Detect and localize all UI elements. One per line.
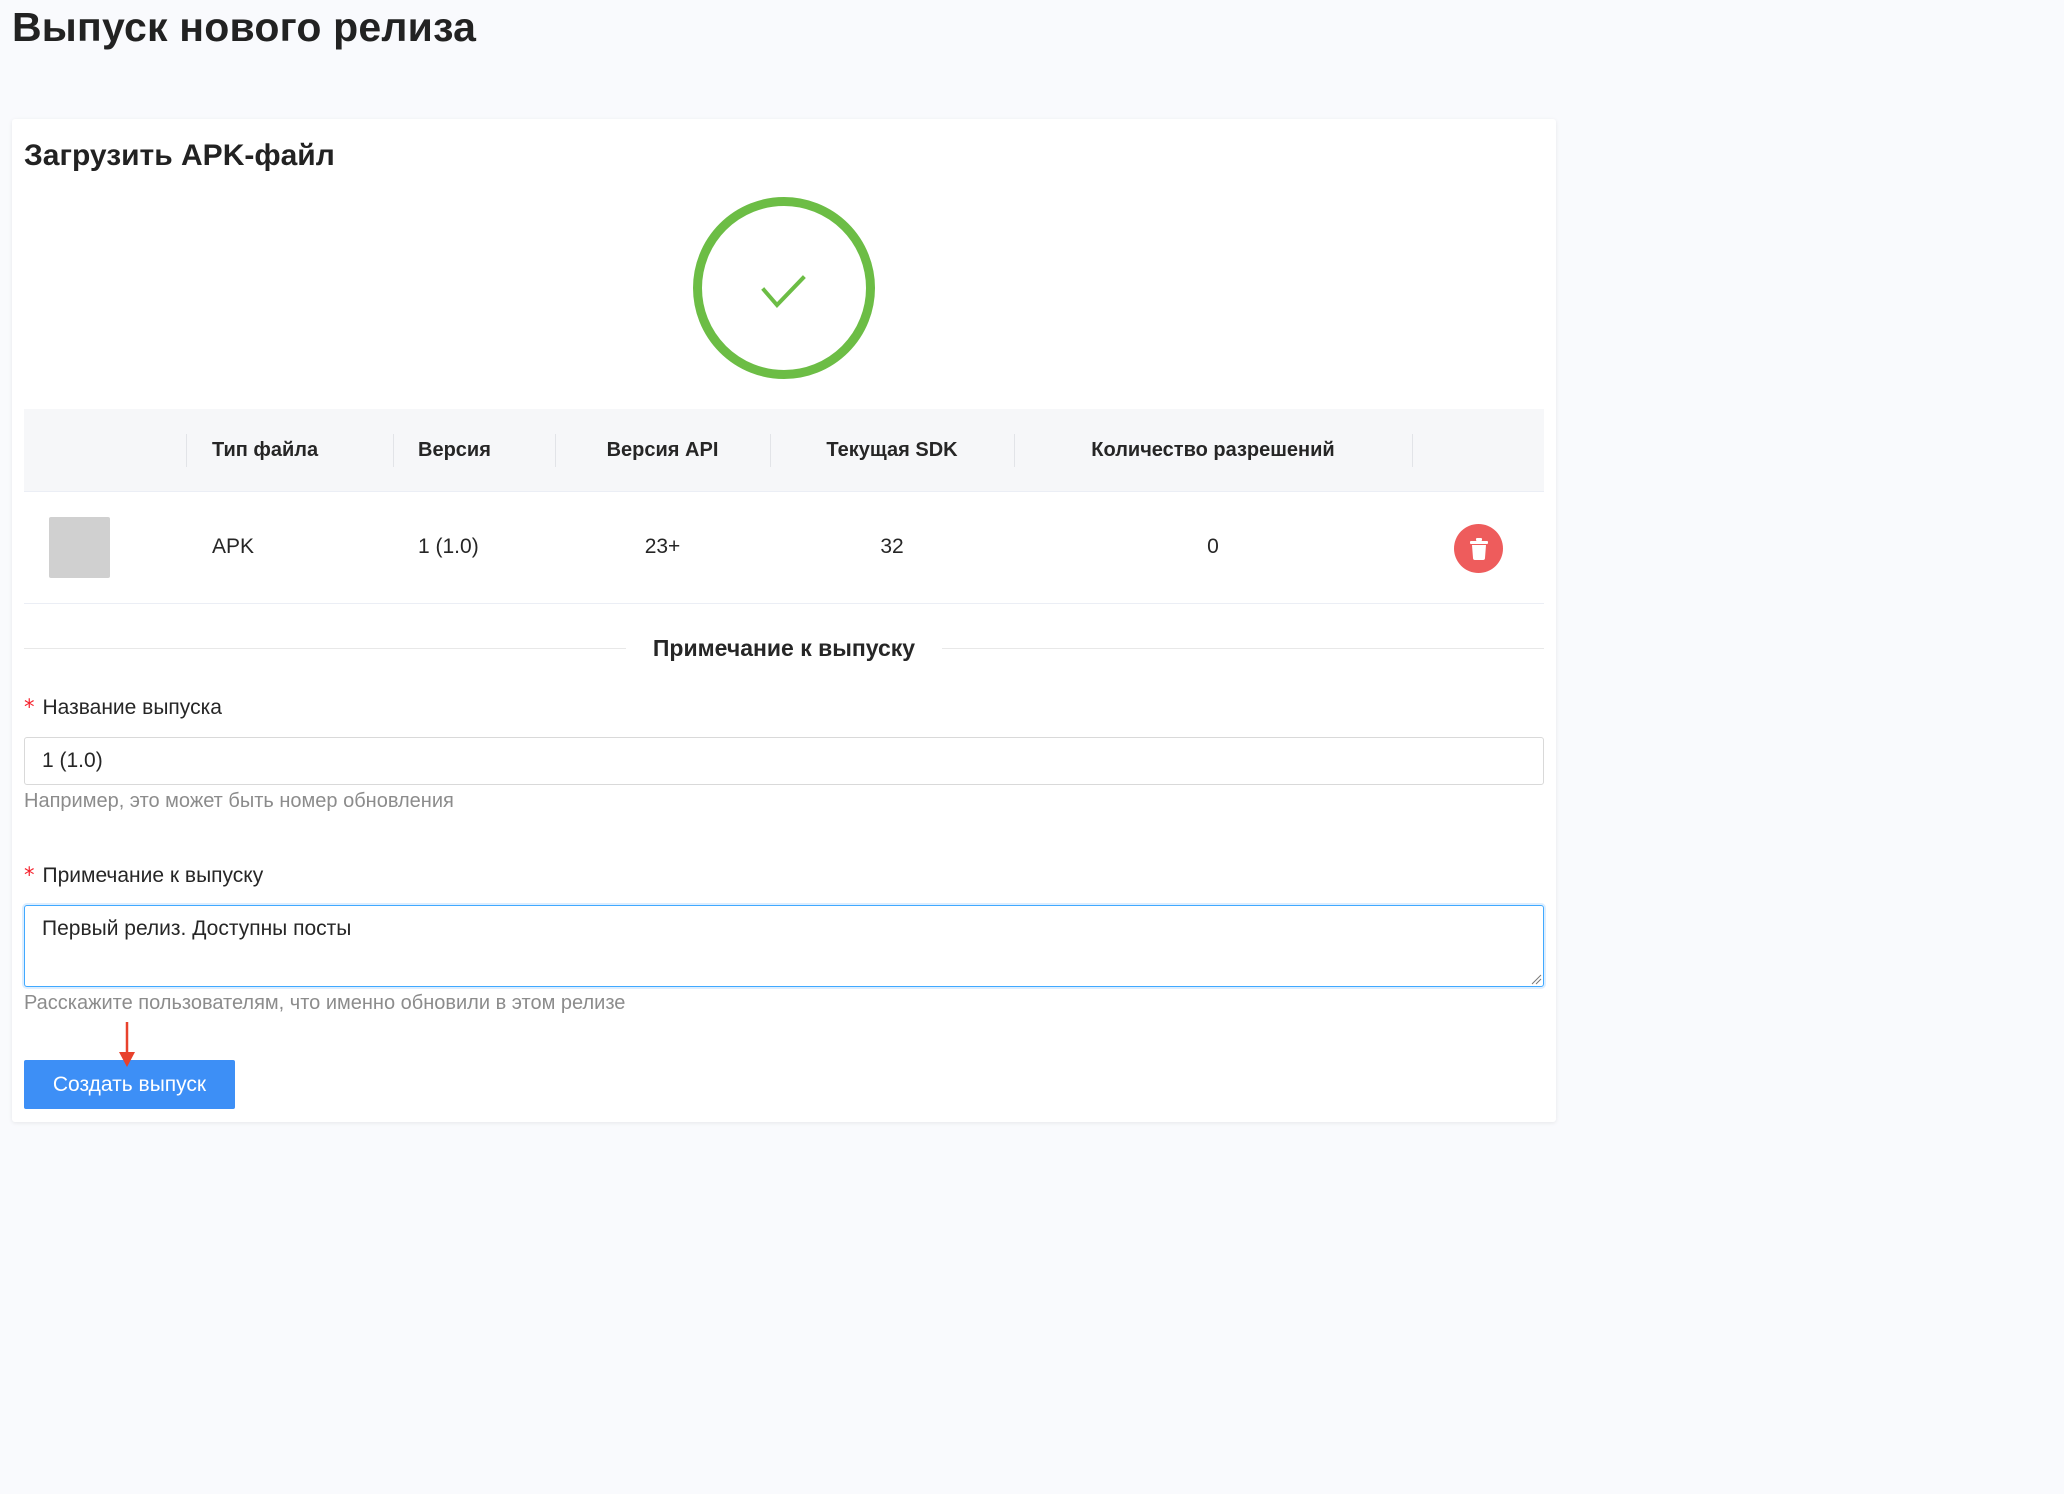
divider-line (24, 648, 626, 649)
table-row: APK 1 (1.0) 23+ 32 0 (24, 492, 1544, 604)
apk-info-table: Тип файла Версия Версия API Текущая SDK … (24, 409, 1544, 604)
divider-line (942, 648, 1544, 649)
resize-handle-icon[interactable] (1530, 973, 1542, 985)
cell-api-version: 23+ (644, 535, 681, 558)
release-note-label: * Примечание к выпуску (24, 863, 263, 888)
cell-target-sdk: 32 (880, 535, 904, 558)
release-name-input[interactable]: 1 (1.0) (24, 737, 1544, 785)
annotation-arrow-icon (119, 1022, 135, 1067)
release-name-label: * Название выпуска (24, 695, 222, 720)
required-mark: * (24, 863, 35, 887)
column-separator (186, 434, 187, 467)
column-separator (393, 434, 394, 467)
release-notes-section-title: Примечание к выпуску (652, 635, 916, 661)
check-icon (761, 275, 806, 308)
page-title: Выпуск нового релиза (12, 4, 477, 50)
release-notes-divider: Примечание к выпуску (24, 632, 1544, 664)
cell-file-type: APK (212, 535, 255, 558)
trash-icon (1469, 537, 1488, 560)
apk-icon-placeholder (49, 517, 110, 578)
upload-card-title: Загрузить APK-файл (24, 139, 335, 172)
delete-apk-button[interactable] (1454, 524, 1503, 573)
upload-success-indicator (693, 197, 875, 379)
release-note-hint: Расскажите пользователям, что именно обн… (24, 992, 626, 1014)
release-note-textarea[interactable]: Первый релиз. Доступны посты (24, 905, 1544, 987)
table-header: Тип файла Версия Версия API Текущая SDK … (24, 409, 1544, 492)
release-note-label-text: Примечание к выпуску (42, 864, 264, 887)
release-note-value: Первый релиз. Доступны посты (42, 917, 352, 940)
cell-permissions-count: 0 (1207, 535, 1219, 558)
column-header-version: Версия (418, 439, 491, 461)
required-mark: * (24, 695, 35, 719)
column-header-permissions: Количество разрешений (1091, 439, 1335, 461)
column-header-file-type: Тип файла (212, 439, 319, 461)
column-separator (1412, 434, 1413, 467)
column-header-api-version: Версия API (606, 439, 719, 461)
upload-card: Загрузить APK-файл Тип файла Версия Верс… (12, 119, 1556, 1122)
release-name-hint: Например, это может быть номер обновлени… (24, 790, 454, 812)
column-header-target-sdk: Текущая SDK (826, 439, 958, 461)
release-name-label-text: Название выпуска (42, 696, 222, 719)
cell-version: 1 (1.0) (418, 535, 479, 558)
